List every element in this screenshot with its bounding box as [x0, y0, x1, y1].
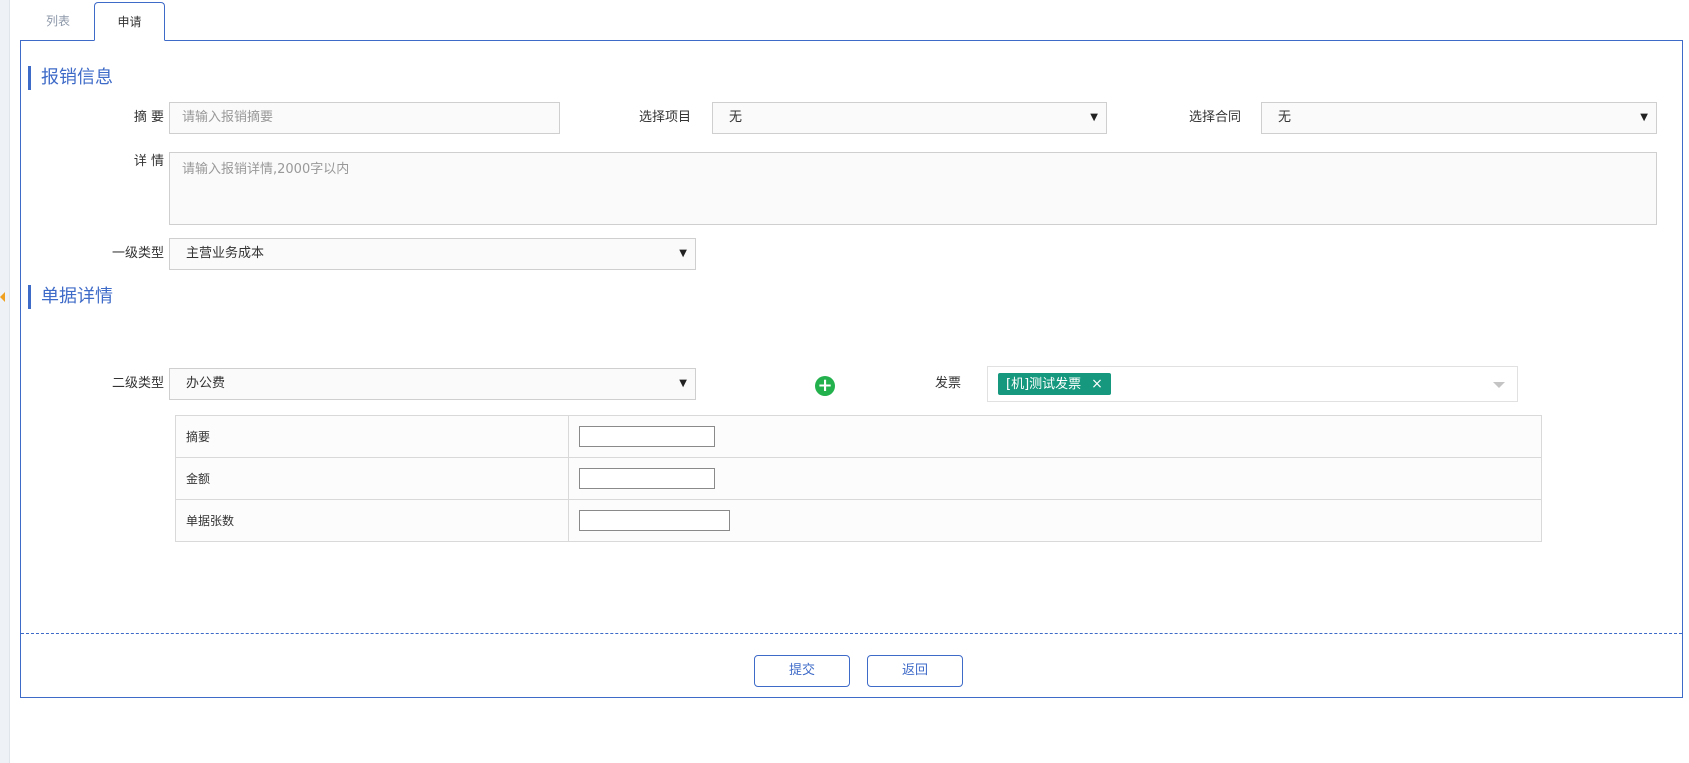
secondary-type-label: 二级类型 [111, 376, 164, 391]
close-icon[interactable]: × [1091, 376, 1103, 392]
table-row: 单据张数 [175, 499, 1542, 542]
row-label-bill-count: 单据张数 [175, 499, 569, 542]
amount-cell-input[interactable] [579, 468, 715, 489]
summary-cell-input[interactable] [579, 426, 715, 447]
contract-select-value: 无 [1278, 110, 1292, 125]
chevron-down-icon: ▼ [1090, 112, 1098, 123]
submit-button[interactable]: 提交 [754, 655, 850, 687]
chevron-down-icon[interactable] [1493, 382, 1505, 388]
reimbursement-section-title: 报销信息 [28, 66, 113, 90]
invoice-multi-select[interactable]: [机]测试发票 × [987, 366, 1518, 402]
invoice-tag: [机]测试发票 × [998, 373, 1111, 395]
table-row: 摘要 [175, 415, 1542, 458]
apply-form-panel: 报销信息 摘 要 请输入报销摘要 选择项目 无 ▼ 选择合同 无 ▼ 详 情 请… [20, 40, 1683, 698]
details-textarea[interactable]: 请输入报销详情,2000字以内 [169, 152, 1657, 225]
project-select-value: 无 [729, 110, 743, 125]
chevron-down-icon: ▼ [679, 248, 687, 259]
contract-select[interactable]: 无 ▼ [1261, 102, 1657, 134]
invoice-label: 发票 [934, 376, 961, 391]
tab-list[interactable]: 列表 [20, 2, 96, 41]
bill-count-cell-input[interactable] [579, 510, 730, 531]
left-sidebar-strip [0, 0, 10, 763]
summary-input[interactable]: 请输入报销摘要 [169, 102, 560, 134]
chevron-down-icon: ▼ [679, 378, 687, 389]
collapse-arrow-icon[interactable] [0, 292, 5, 302]
tab-apply[interactable]: 申请 [94, 2, 165, 41]
table-row: 金额 [175, 457, 1542, 500]
secondary-type-select[interactable]: 办公费 ▼ [169, 368, 696, 400]
back-button[interactable]: 返回 [867, 655, 963, 687]
invoice-tag-label: [机]测试发票 [1006, 377, 1082, 392]
primary-type-label: 一级类型 [111, 246, 164, 261]
add-bill-plus-icon[interactable]: + [815, 376, 835, 396]
summary-label: 摘 要 [133, 110, 164, 125]
chevron-down-icon: ▼ [1640, 112, 1648, 123]
row-label-amount: 金额 [175, 457, 569, 500]
primary-type-select[interactable]: 主营业务成本 ▼ [169, 238, 696, 270]
project-select[interactable]: 无 ▼ [712, 102, 1107, 134]
bill-section-title: 单据详情 [28, 285, 113, 309]
details-label: 详 情 [133, 154, 164, 169]
bill-detail-table: 摘要 金额 单据张数 [175, 415, 1542, 542]
secondary-type-select-value: 办公费 [186, 376, 226, 391]
project-label: 选择项目 [638, 110, 691, 125]
row-label-summary: 摘要 [175, 415, 569, 458]
form-divider [21, 633, 1682, 634]
contract-label: 选择合同 [1188, 110, 1241, 125]
primary-type-select-value: 主营业务成本 [186, 246, 265, 261]
